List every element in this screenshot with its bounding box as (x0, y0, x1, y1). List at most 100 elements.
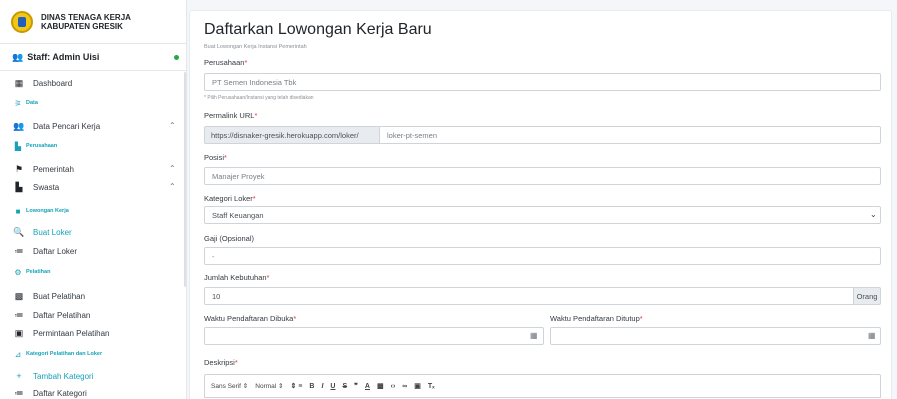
background-color-icon[interactable]: ▩ (377, 382, 384, 390)
sidebar-header-data: ⚞ Data (0, 96, 186, 110)
app-window: DINAS TENAGA KERJA KABUPATEN GRESIK 👥 St… (0, 0, 897, 399)
chalkboard-icon: ▩ (14, 290, 24, 301)
calendar-icon[interactable]: ▦ (868, 331, 876, 340)
online-status-dot (174, 55, 179, 60)
users-icon: 👥 (13, 120, 25, 131)
sidebar-item-label: Daftar Pelatihan (33, 310, 91, 320)
sidebar-header-label: Data (26, 100, 38, 106)
image-icon[interactable]: ▣ (414, 382, 421, 390)
brand[interactable]: DINAS TENAGA KERJA KABUPATEN GRESIK (0, 0, 186, 44)
size-select[interactable]: Normal ⇕ (255, 382, 283, 390)
page-subtitle: Buat Lowongan Kerja Instansi Pemerintah (204, 44, 307, 50)
sidebar-item-label: Buat Pelatihan (33, 291, 86, 301)
sidebar-item-label: Tambah Kategori (33, 371, 94, 381)
chevron-down-icon: ⌄ (870, 210, 877, 219)
text-color-icon[interactable]: A (365, 383, 370, 390)
sidebar-item-label: Data Pencari Kerja (33, 121, 101, 131)
permalink-input[interactable]: loker-pt-semen (379, 126, 881, 144)
data-icon: ⚞ (14, 98, 22, 108)
plus-icon: + (16, 371, 22, 381)
sidebar-item-permintaan-pelatihan[interactable]: ▣ Permintaan Pelatihan (0, 323, 186, 343)
sidebar-item-data-pencari-kerja[interactable]: 👥 Data Pencari Kerja ⌃ (0, 116, 186, 136)
briefcase-icon: ■ (15, 206, 21, 216)
sidebar-item-daftar-loker[interactable]: ≔ Daftar Loker (0, 241, 186, 261)
chevron-up-icon: ⌃ (169, 121, 176, 130)
users-icon: 👥 (12, 51, 24, 62)
user-panel[interactable]: 👥 Staff: Admin Uisi (0, 44, 186, 71)
building-icon: ▙ (14, 141, 22, 151)
list-icon: ≔ (14, 387, 24, 398)
link-icon[interactable]: ∞ (402, 383, 407, 390)
sidebar-item-label: Daftar Kategori (33, 388, 87, 398)
jumlah-input[interactable]: 10 (204, 287, 854, 305)
sidebar-item-label: Permintaan Pelatihan (33, 328, 110, 338)
perusahaan-select[interactable]: PT Semen Indonesia Tbk (204, 73, 881, 91)
quote-icon[interactable]: ❞ (354, 382, 358, 390)
font-select[interactable]: Sans Serif ⇕ (211, 382, 248, 390)
training-icon: ⚙ (14, 267, 22, 277)
underline-icon[interactable]: U (330, 383, 335, 390)
sidebar-item-dashboard[interactable]: ▦ Dashboard (0, 73, 186, 93)
sidebar-header-lowongan: ■ Lowongan Kerja (0, 204, 186, 218)
sidebar-item-daftar-kategori[interactable]: ≔ Daftar Kategori (0, 383, 186, 399)
sidebar-header-label: Kategori Pelatihan dan Loker (26, 351, 103, 357)
sidebar-item-label: Swasta (33, 182, 60, 192)
sidebar-item-buat-loker[interactable]: 🔍 Buat Loker (0, 222, 186, 242)
sidebar-item-label: Daftar Loker (33, 246, 78, 256)
sidebar: DINAS TENAGA KERJA KABUPATEN GRESIK 👥 St… (0, 0, 187, 399)
perusahaan-label: Perusahaan* (204, 58, 248, 67)
building-icon: ▙ (15, 181, 23, 192)
jumlah-suffix: Orang (853, 287, 881, 305)
perusahaan-hint: * Pilih Perusahaan/Instansi yang telah d… (204, 95, 314, 101)
ditutup-date-input[interactable] (550, 327, 881, 345)
permalink-label: Permalink URL* (204, 111, 258, 120)
logo (11, 10, 33, 33)
dashboard-icon: ▦ (14, 77, 24, 88)
posisi-label: Posisi* (204, 153, 227, 162)
brand-line-2: KABUPATEN GRESIK (41, 21, 123, 31)
sidebar-item-swasta[interactable]: ▙ Swasta ⌃ (0, 177, 186, 197)
kategori-select[interactable]: Staff Keuangan (204, 206, 881, 224)
jumlah-label: Jumlah Kebutuhan* (204, 273, 270, 282)
dibuka-label: Waktu Pendaftaran Dibuka* (204, 314, 297, 323)
chevron-up-icon: ⌃ (169, 164, 176, 173)
list-icon: ≔ (14, 309, 24, 320)
posisi-input[interactable]: Manajer Proyek (204, 167, 881, 185)
brand-line-1: DINAS TENAGA KERJA (41, 12, 131, 22)
code-icon[interactable]: ‹› (391, 383, 396, 390)
list-icon: ≔ (14, 245, 24, 256)
sitemap-icon: ⊿ (14, 349, 22, 359)
sidebar-header-pelatihan: ⚙ Pelatihan (0, 265, 186, 279)
sidebar-header-kategori: ⊿ Kategori Pelatihan dan Loker (0, 347, 186, 361)
gaji-input[interactable]: - (204, 247, 881, 265)
flag-icon: ⚑ (14, 163, 24, 174)
search-icon: 🔍 (13, 226, 25, 237)
sidebar-item-pemerintah[interactable]: ⚑ Pemerintah ⌃ (0, 159, 186, 179)
deskripsi-label: Deskripsi* (204, 358, 238, 367)
sidebar-item-label: Pemerintah (33, 164, 74, 174)
sidebar-header-label: Lowongan Kerja (26, 208, 69, 214)
calendar-icon[interactable]: ▦ (530, 331, 538, 340)
sidebar-header-label: Perusahaan (26, 143, 58, 149)
sidebar-item-daftar-pelatihan[interactable]: ≔ Daftar Pelatihan (0, 305, 186, 325)
editor-toolbar: Sans Serif ⇕ Normal ⇕ ⇕ ≡ B I U S ❞ A ▩ … (204, 374, 881, 398)
heading-select[interactable]: ⇕ ≡ (290, 382, 302, 390)
sidebar-item-buat-pelatihan[interactable]: ▩ Buat Pelatihan (0, 286, 186, 306)
permalink-prefix: https://disnaker-gresik.herokuapp.com/lo… (204, 126, 380, 144)
dibuka-date-input[interactable] (204, 327, 544, 345)
sidebar-header-label: Pelatihan (26, 269, 51, 275)
main-content: Daftarkan Lowongan Kerja Baru Buat Lowon… (187, 0, 897, 399)
clear-format-icon[interactable]: Tₓ (428, 383, 435, 390)
brand-text: DINAS TENAGA KERJA KABUPATEN GRESIK (41, 13, 131, 31)
italic-icon[interactable]: I (321, 383, 323, 390)
form-card: Daftarkan Lowongan Kerja Baru Buat Lowon… (189, 10, 892, 399)
sidebar-item-label: Dashboard (33, 78, 73, 88)
page-title: Daftarkan Lowongan Kerja Baru (204, 21, 432, 38)
inbox-icon: ▣ (14, 327, 24, 338)
sidebar-item-label: Buat Loker (33, 227, 72, 237)
kategori-label: Kategori Loker* (204, 194, 256, 203)
strike-icon[interactable]: S (342, 383, 347, 390)
user-name: Staff: Admin Uisi (27, 52, 100, 62)
chevron-up-icon: ⌃ (169, 182, 176, 191)
bold-icon[interactable]: B (309, 383, 314, 390)
